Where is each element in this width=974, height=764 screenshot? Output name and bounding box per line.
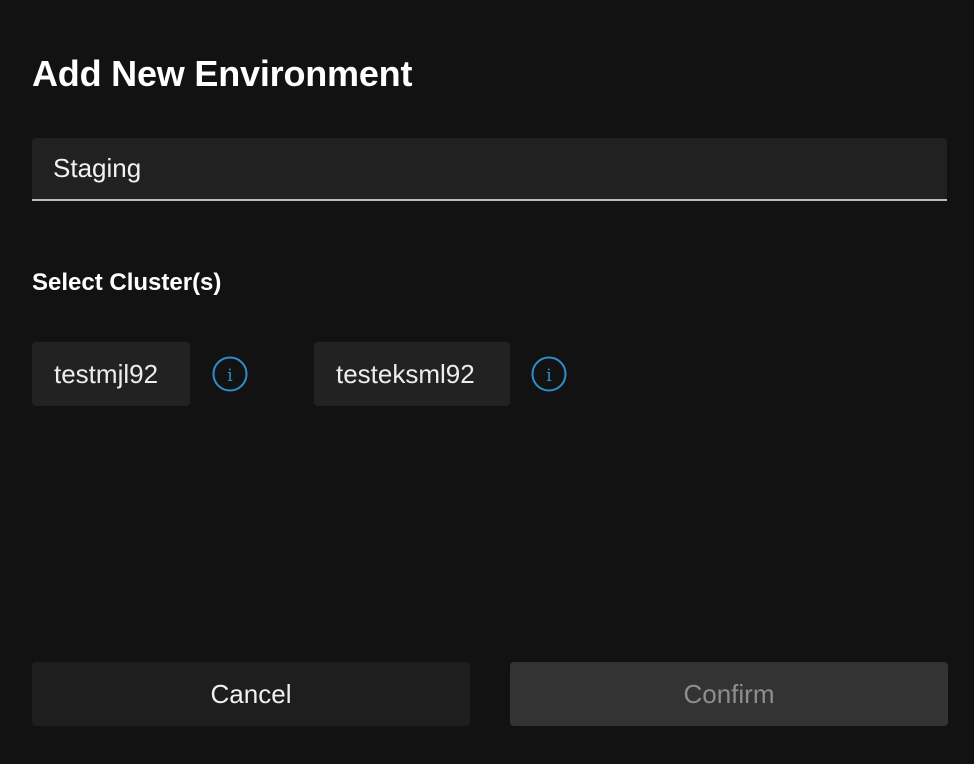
- add-environment-dialog: Add New Environment Select Cluster(s) te…: [0, 0, 974, 764]
- confirm-button[interactable]: Confirm: [510, 662, 948, 726]
- info-icon[interactable]: i: [211, 355, 249, 393]
- svg-text:i: i: [546, 366, 552, 386]
- cluster-chip-testeksml92[interactable]: testeksml92: [314, 342, 510, 406]
- info-icon[interactable]: i: [530, 355, 568, 393]
- dialog-title: Add New Environment: [32, 53, 413, 94]
- svg-text:i: i: [227, 366, 233, 386]
- cancel-button[interactable]: Cancel: [32, 662, 470, 726]
- select-clusters-label: Select Cluster(s): [32, 269, 222, 296]
- environment-name-input[interactable]: [32, 138, 947, 201]
- cluster-chip-testmjl92[interactable]: testmjl92: [32, 342, 190, 406]
